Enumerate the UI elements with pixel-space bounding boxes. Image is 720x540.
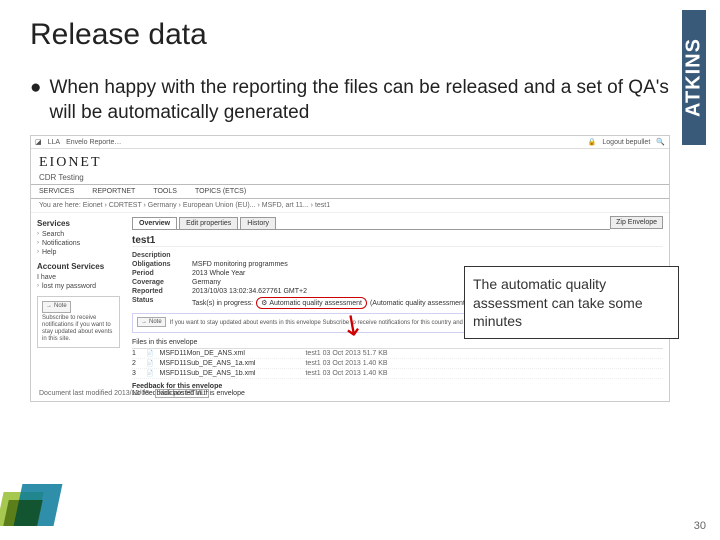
sidebar-help[interactable]: Help bbox=[42, 249, 56, 256]
file-name: MSFD11Sub_DE_ANS_1b.xml bbox=[159, 370, 299, 377]
search-small-icon[interactable]: 🔍 bbox=[656, 138, 665, 146]
file-name: MSFD11Mon_DE_ANS.xml bbox=[159, 350, 299, 357]
file-icon: 📄 bbox=[146, 350, 153, 357]
tab-history[interactable]: History bbox=[240, 217, 276, 229]
atkins-logo: ATKINS bbox=[682, 10, 706, 145]
obligations-label: Obligations bbox=[132, 261, 192, 268]
file-meta: test1 03 Oct 2013 1.40 KB bbox=[305, 370, 387, 377]
arrow-icon: → bbox=[141, 319, 147, 325]
embedded-screenshot: ◪ LLA Envelo Reporte… 🔒 Logout bepullet … bbox=[30, 135, 670, 402]
file-meta: test1 03 Oct 2013 1.40 KB bbox=[305, 360, 387, 367]
nav-reportnet[interactable]: REPORTNET bbox=[92, 188, 135, 195]
page-number: 30 bbox=[694, 520, 706, 532]
note-text: Subscribe to receive notifications if yo… bbox=[42, 315, 115, 344]
lock-icon: 🔒 bbox=[588, 138, 597, 146]
slide-title: Release data bbox=[30, 18, 690, 52]
zip-envelope-button[interactable]: Zip Envelope bbox=[610, 216, 663, 229]
files-heading: Files in this envelope bbox=[132, 339, 663, 349]
file-row[interactable]: 2 📄 MSFD11Sub_DE_ANS_1a.xml test1 03 Oct… bbox=[132, 359, 663, 369]
file-meta: test1 03 Oct 2013 51.7 KB bbox=[305, 350, 387, 357]
file-icon: 📄 bbox=[146, 360, 153, 367]
file-index: 3 bbox=[132, 370, 140, 377]
qa-status-highlight: ⚙ Automatic quality assessment bbox=[256, 297, 367, 309]
bullet-dot-icon: ● bbox=[30, 76, 41, 125]
file-index: 2 bbox=[132, 360, 140, 367]
file-row[interactable]: 3 📄 MSFD11Sub_DE_ANS_1b.xml test1 03 Oct… bbox=[132, 369, 663, 379]
browser-bar: ◪ LLA Envelo Reporte… 🔒 Logout bepullet … bbox=[31, 136, 669, 149]
qa-status-text: Automatic quality assessment bbox=[269, 300, 362, 307]
chevron-right-icon: › bbox=[37, 240, 39, 247]
eionet-title: EIONET bbox=[39, 155, 661, 171]
eionet-subtitle: CDR Testing bbox=[39, 173, 661, 182]
reported-label: Reported bbox=[132, 288, 192, 295]
tab-edit-properties[interactable]: Edit properties bbox=[179, 217, 238, 229]
browser-tab-icon: ◪ bbox=[35, 138, 42, 146]
tab-overview[interactable]: Overview bbox=[132, 217, 177, 229]
validate-html-button[interactable]: Validate HTML bbox=[155, 389, 209, 398]
callout-box: The automatic quality assessment can tak… bbox=[464, 266, 679, 339]
sidebar-account-heading: Account Services bbox=[37, 262, 120, 271]
gear-icon: ⚙ bbox=[261, 299, 267, 307]
chevron-right-icon: › bbox=[37, 249, 39, 256]
desc-label: Description bbox=[132, 252, 192, 259]
status-prefix: Task(s) in progress: bbox=[192, 300, 253, 307]
chevron-right-icon: › bbox=[37, 231, 39, 238]
breadcrumb: You are here: Eionet › CDRTEST › Germany… bbox=[31, 199, 669, 213]
coverage-value: Germany bbox=[192, 279, 221, 286]
note-label: →Note bbox=[42, 301, 71, 312]
logout-link[interactable]: Logout bepullet bbox=[602, 139, 650, 146]
decorative-shapes bbox=[0, 478, 70, 526]
nav-tools[interactable]: TOOLS bbox=[153, 188, 177, 195]
nav-topics[interactable]: TOPICS (ETCS) bbox=[195, 188, 246, 195]
sidebar-search[interactable]: Search bbox=[42, 231, 64, 238]
sidebar-notifications[interactable]: Notifications bbox=[42, 240, 80, 247]
browser-tab-label: Envelo Reporte… bbox=[66, 139, 121, 146]
sidebar-lost-password[interactable]: lost my password bbox=[42, 283, 96, 290]
arrow-icon: → bbox=[46, 303, 52, 310]
browser-lla: LLA bbox=[48, 139, 60, 146]
coverage-label: Coverage bbox=[132, 279, 192, 286]
feedback-text: No feedback posted in this envelope bbox=[132, 390, 663, 397]
feedback-heading: Feedback for this envelope bbox=[132, 383, 663, 390]
status-label: Status bbox=[132, 297, 192, 309]
envelope-title: test1 bbox=[132, 235, 663, 247]
last-modified: Document last modified 2013/10/03 bbox=[39, 390, 149, 397]
file-name: MSFD11Sub_DE_ANS_1a.xml bbox=[159, 360, 299, 367]
period-value: 2013 Whole Year bbox=[192, 270, 245, 277]
nav-bar: SERVICES REPORTNET TOOLS TOPICS (ETCS) bbox=[31, 184, 669, 199]
bullet-text: When happy with the reporting the files … bbox=[49, 76, 690, 125]
qa-status-paren: (Automatic quality assessment) bbox=[370, 300, 467, 307]
sidebar: Services ›Search ›Notifications ›Help Ac… bbox=[31, 213, 126, 401]
sidebar-ihave: I have bbox=[37, 274, 120, 281]
sidebar-services-heading: Services bbox=[37, 219, 120, 228]
reported-value: 2013/10/03 13:02:34.627761 GMT+2 bbox=[192, 288, 307, 295]
period-label: Period bbox=[132, 270, 192, 277]
chevron-right-icon: › bbox=[37, 283, 39, 290]
file-index: 1 bbox=[132, 350, 140, 357]
obligations-value: MSFD monitoring programmes bbox=[192, 261, 288, 268]
nav-services[interactable]: SERVICES bbox=[39, 188, 74, 195]
file-icon: 📄 bbox=[146, 370, 153, 377]
inner-note-label: →Note bbox=[137, 317, 166, 327]
bullet-item: ● When happy with the reporting the file… bbox=[30, 76, 690, 125]
file-row[interactable]: 1 📄 MSFD11Mon_DE_ANS.xml test1 03 Oct 20… bbox=[132, 349, 663, 359]
